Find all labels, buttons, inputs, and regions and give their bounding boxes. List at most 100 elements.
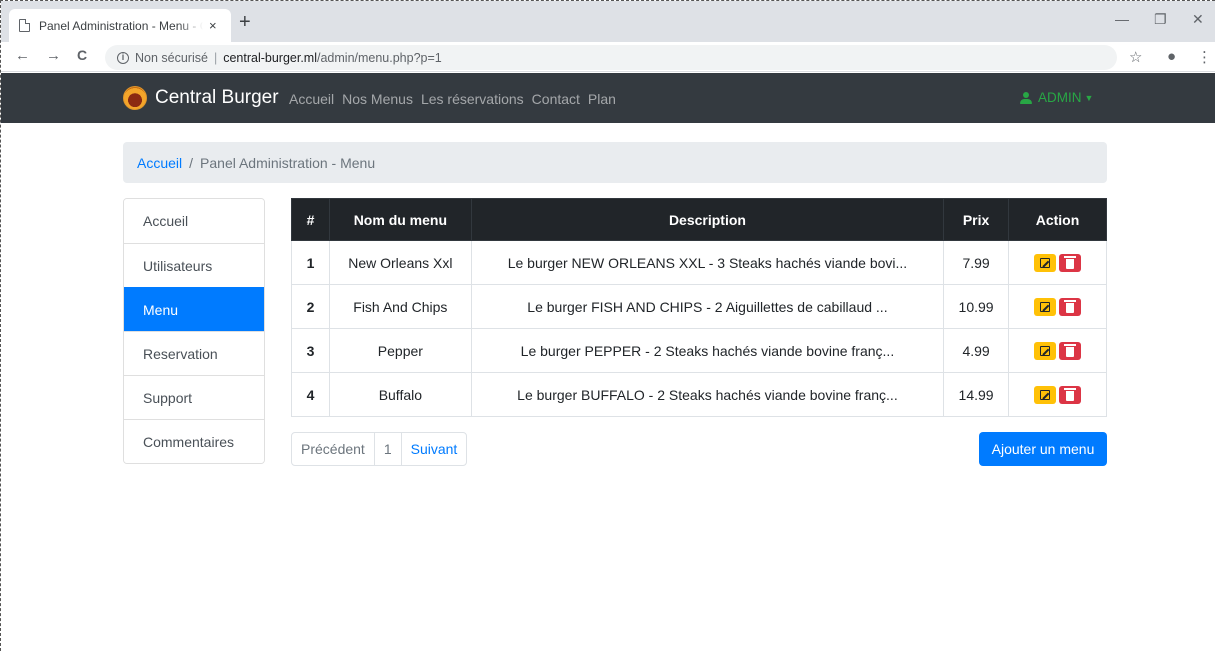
edit-button[interactable]: [1034, 385, 1057, 404]
edit-button[interactable]: [1034, 253, 1057, 272]
brand-name: Central Burger: [155, 87, 279, 108]
nav-link-nos-menus[interactable]: Nos Menus: [342, 91, 413, 107]
trash-icon: [1064, 299, 1077, 313]
breadcrumb-separator: /: [189, 154, 194, 171]
url-host: central-burger.ml: [223, 50, 317, 65]
nav-links: Accueil Nos Menus Les réservations Conta…: [289, 91, 616, 107]
forward-icon[interactable]: →: [46, 47, 61, 64]
new-tab-button[interactable]: +: [239, 12, 251, 32]
page-icon: [19, 19, 30, 32]
edit-button[interactable]: [1034, 297, 1057, 316]
cell-actions: [1008, 240, 1107, 285]
pagination-page-1[interactable]: 1: [373, 433, 401, 465]
cell-description: Le burger FISH AND CHIPS - 2 Aiguillette…: [470, 284, 945, 329]
cell-id: 3: [291, 328, 330, 373]
sidebar-item-support[interactable]: Support: [124, 375, 264, 419]
sidebar-item-accueil[interactable]: Accueil: [124, 199, 264, 243]
delete-button[interactable]: [1059, 297, 1082, 316]
bookmark-star-icon[interactable]: ☆: [1129, 48, 1142, 66]
url-path: /admin/menu.php?p=1: [317, 50, 442, 65]
tab-title: Panel Administration - Menu - Ce: [39, 18, 203, 33]
browser-tab[interactable]: Panel Administration - Menu - Ce ×: [9, 9, 231, 42]
cell-name: Pepper: [328, 328, 472, 373]
add-menu-button[interactable]: Ajouter un menu: [979, 432, 1107, 466]
sidebar-item-utilisateurs[interactable]: Utilisateurs: [124, 243, 264, 287]
brand[interactable]: Central Burger: [123, 86, 279, 110]
more-icon[interactable]: ⋮: [1197, 48, 1212, 66]
cell-name: New Orleans Xxl: [328, 240, 472, 285]
admin-label: ADMIN: [1038, 90, 1082, 105]
address-bar[interactable]: i Non sécurisé | central-burger.ml /admi…: [105, 45, 1117, 70]
column-header-price: Prix: [943, 198, 1010, 241]
cell-price: 7.99: [943, 240, 1010, 285]
cell-description: Le burger BUFFALO - 2 Steaks hachés vian…: [470, 372, 945, 417]
cell-price: 10.99: [943, 284, 1010, 329]
trash-icon: [1064, 255, 1077, 269]
admin-dropdown[interactable]: ADMIN ▼: [1020, 90, 1093, 105]
cell-name: Fish And Chips: [328, 284, 472, 329]
account-icon[interactable]: ●: [1167, 48, 1176, 65]
edit-button[interactable]: [1034, 341, 1057, 360]
site-navbar: Central Burger Accueil Nos Menus Les rés…: [1, 73, 1215, 123]
back-icon[interactable]: ←: [15, 47, 30, 64]
cell-actions: [1008, 328, 1107, 373]
browser-tab-strip: Panel Administration - Menu - Ce × + — ❐…: [1, 1, 1215, 42]
table-row: 2 Fish And Chips Le burger FISH AND CHIP…: [291, 284, 1107, 329]
burger-logo-icon: [123, 86, 147, 110]
delete-button[interactable]: [1059, 253, 1082, 272]
table-row: 1 New Orleans Xxl Le burger NEW ORLEANS …: [291, 240, 1107, 285]
cell-actions: [1008, 284, 1107, 329]
nav-link-reservations[interactable]: Les réservations: [421, 91, 524, 107]
table-row: 4 Buffalo Le burger BUFFALO - 2 Steaks h…: [291, 372, 1107, 417]
table-header-row: # Nom du menu Description Prix Action: [291, 198, 1107, 241]
close-window-icon[interactable]: ✕: [1192, 11, 1204, 28]
cell-price: 14.99: [943, 372, 1010, 417]
column-header-action: Action: [1008, 198, 1107, 241]
nav-link-accueil[interactable]: Accueil: [289, 91, 334, 107]
tab-close-icon[interactable]: ×: [209, 18, 217, 33]
edit-icon: [1040, 301, 1051, 312]
reload-icon[interactable]: C: [77, 47, 87, 63]
url-separator: |: [213, 50, 218, 65]
breadcrumb-home-link[interactable]: Accueil: [137, 155, 182, 171]
trash-icon: [1064, 343, 1077, 357]
cell-actions: [1008, 372, 1107, 417]
edit-icon: [1040, 389, 1051, 400]
cell-id: 4: [291, 372, 330, 417]
nav-link-contact[interactable]: Contact: [532, 91, 580, 107]
cell-id: 2: [291, 284, 330, 329]
pagination-next[interactable]: Suivant: [400, 433, 467, 465]
caret-down-icon: ▼: [1084, 92, 1094, 103]
table-row: 3 Pepper Le burger PEPPER - 2 Steaks hac…: [291, 328, 1107, 373]
sidebar-item-commentaires[interactable]: Commentaires: [124, 419, 264, 463]
restore-icon[interactable]: ❐: [1154, 11, 1167, 28]
sidebar-item-menu[interactable]: Menu: [124, 287, 264, 331]
sidebar-item-reservation[interactable]: Reservation: [124, 331, 264, 375]
cell-id: 1: [291, 240, 330, 285]
user-icon: [1020, 91, 1032, 104]
pagination: Précédent 1 Suivant: [291, 432, 468, 466]
menu-table-container: # Nom du menu Description Prix Action 1 …: [291, 198, 1107, 417]
delete-button[interactable]: [1059, 385, 1082, 404]
trash-icon: [1064, 387, 1077, 401]
info-icon[interactable]: i: [117, 51, 129, 64]
security-label: Non sécurisé: [135, 50, 208, 65]
edit-icon: [1040, 345, 1051, 356]
pagination-previous[interactable]: Précédent: [292, 433, 374, 465]
cell-name: Buffalo: [328, 372, 472, 417]
column-header-name: Nom du menu: [328, 198, 472, 241]
minimize-icon[interactable]: —: [1115, 11, 1129, 27]
admin-sidebar: Accueil Utilisateurs Menu Reservation Su…: [123, 198, 265, 464]
column-header-id: #: [291, 198, 330, 241]
column-header-description: Description: [470, 198, 945, 241]
nav-link-plan[interactable]: Plan: [588, 91, 616, 107]
breadcrumb: Accueil / Panel Administration - Menu: [123, 142, 1107, 183]
edit-icon: [1040, 257, 1051, 268]
menu-table: # Nom du menu Description Prix Action 1 …: [291, 198, 1107, 417]
cell-description: Le burger NEW ORLEANS XXL - 3 Steaks hac…: [470, 240, 945, 285]
browser-toolbar: ← → C i Non sécurisé | central-burger.ml…: [1, 42, 1215, 72]
delete-button[interactable]: [1059, 341, 1082, 360]
breadcrumb-current: Panel Administration - Menu: [200, 154, 376, 171]
cell-description: Le burger PEPPER - 2 Steaks hachés viand…: [470, 328, 945, 373]
cell-price: 4.99: [943, 328, 1010, 373]
